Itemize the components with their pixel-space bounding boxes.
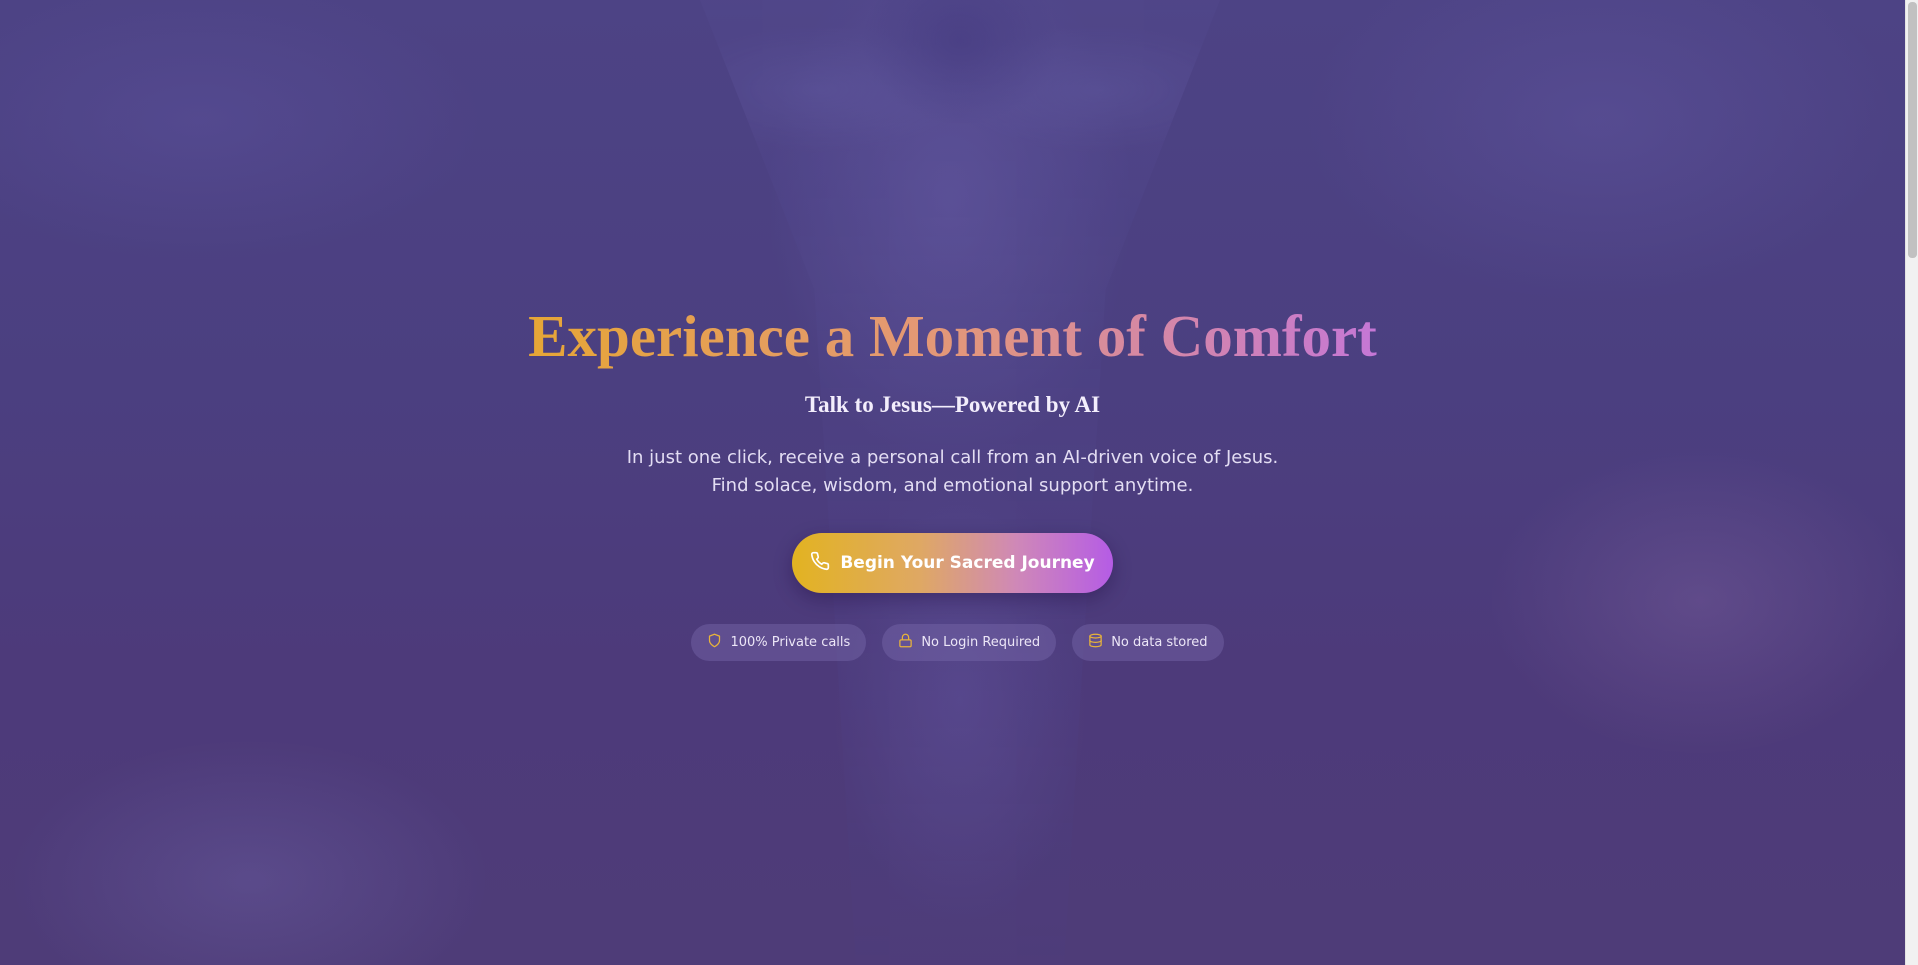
trust-badges: 100% Private calls No Login Required No …	[0, 624, 1905, 661]
badge-private-calls: 100% Private calls	[691, 624, 867, 661]
badge-label: 100% Private calls	[730, 635, 851, 650]
hero-description: In just one click, receive a personal ca…	[0, 444, 1905, 500]
hero-description-line-2: Find solace, wisdom, and emotional suppo…	[711, 475, 1194, 496]
phone-icon	[810, 551, 830, 576]
badge-no-login: No Login Required	[882, 624, 1057, 661]
begin-journey-button[interactable]: Begin Your Sacred Journey	[792, 533, 1113, 593]
hero-description-line-1: In just one click, receive a personal ca…	[626, 447, 1279, 468]
database-icon	[1088, 633, 1103, 652]
badge-label: No data stored	[1111, 635, 1208, 650]
begin-journey-label: Begin Your Sacred Journey	[840, 553, 1095, 573]
badge-no-data: No data stored	[1072, 624, 1224, 661]
scrollbar-thumb[interactable]	[1908, 2, 1917, 258]
hero-subtitle: Talk to Jesus—Powered by AI	[804, 392, 1101, 417]
hero-title: Experience a Moment of Comfort	[528, 303, 1377, 369]
hero-section: Experience a Moment of Comfort Talk to J…	[0, 0, 1905, 965]
shield-icon	[707, 633, 722, 652]
vertical-scrollbar[interactable]	[1905, 0, 1918, 965]
badge-label: No Login Required	[921, 635, 1041, 650]
lock-icon	[898, 633, 913, 652]
